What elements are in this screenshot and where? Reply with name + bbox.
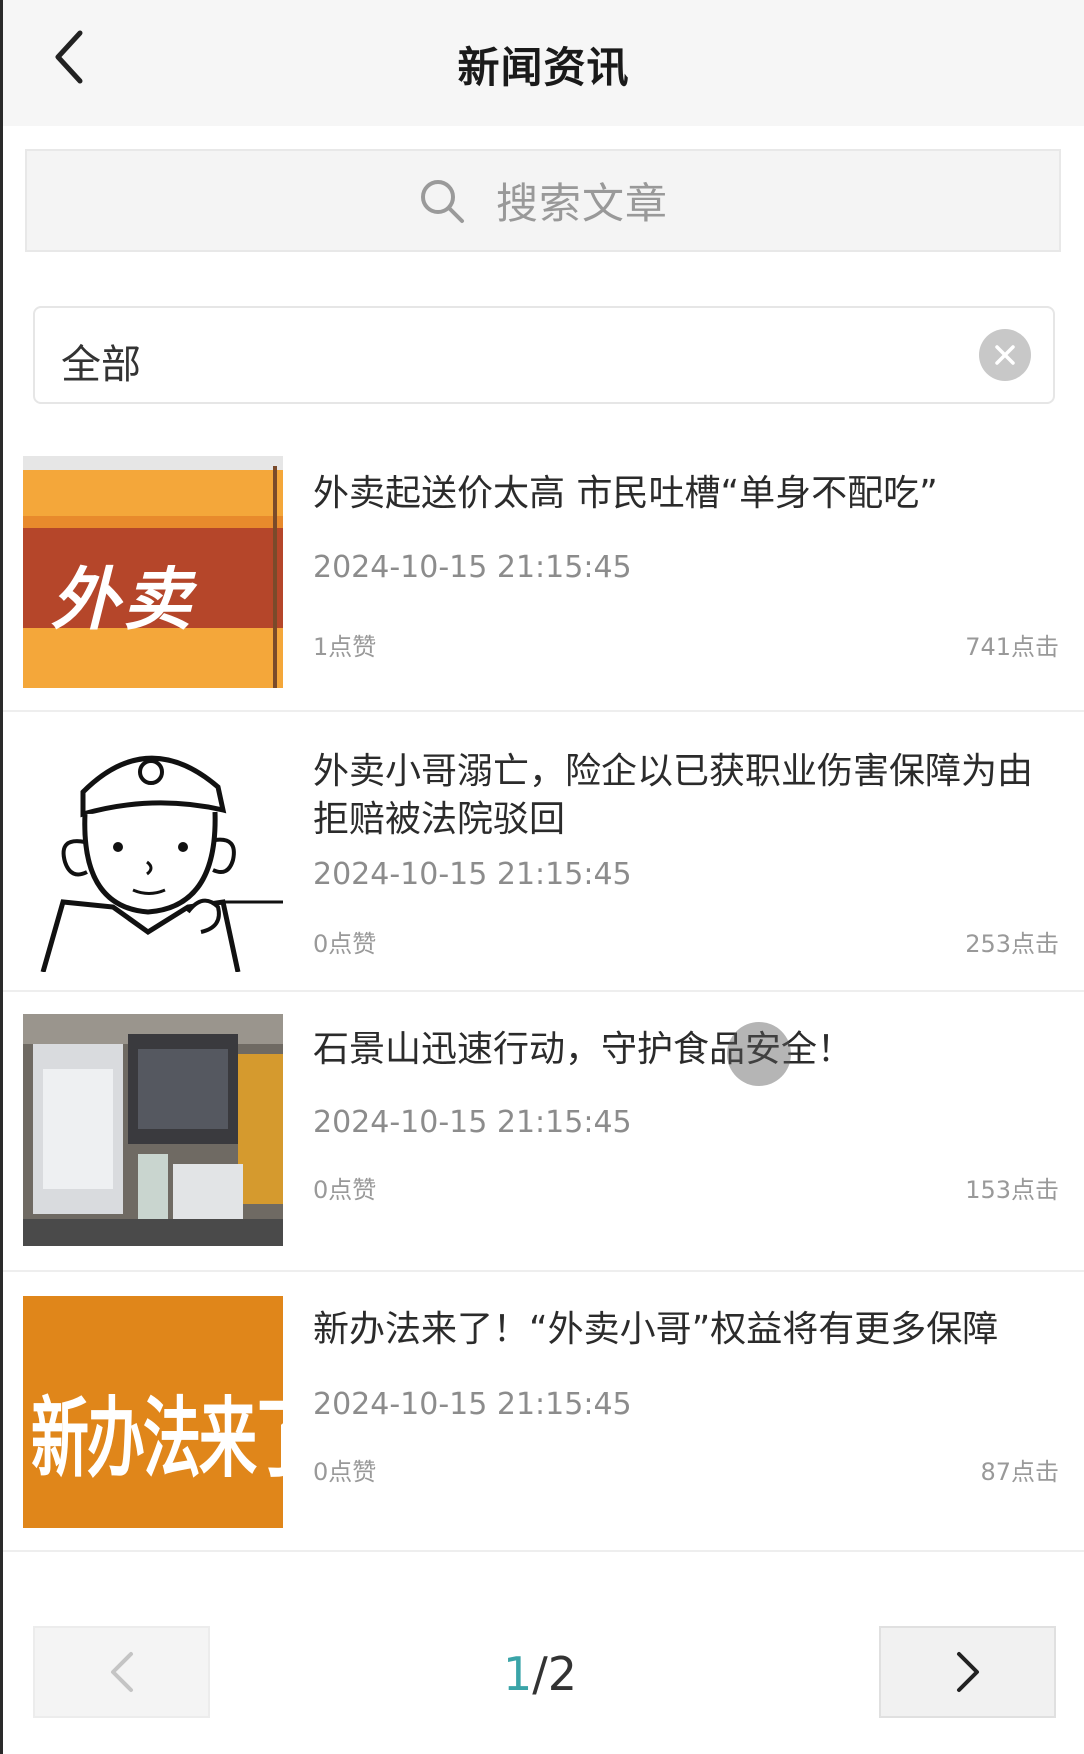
news-thumbnail — [23, 732, 283, 972]
touch-indicator — [727, 1022, 791, 1086]
news-clicks: 87点击 — [980, 1458, 1059, 1486]
next-page-button[interactable] — [879, 1626, 1056, 1718]
news-title: 外卖起送价太高 市民吐槽“单身不配吃” — [313, 473, 938, 514]
current-page: 1 — [502, 1647, 533, 1701]
news-item[interactable]: 石景山迅速行动，守护食品安全！ 2024-10-15 21:15:45 0点赞 … — [3, 992, 1084, 1272]
news-likes: 0点赞 — [313, 1458, 377, 1486]
news-title: 新办法来了！“外卖小哥”权益将有更多保障 — [313, 1309, 999, 1350]
news-thumbnail — [23, 1014, 283, 1246]
news-likes: 1点赞 — [313, 633, 377, 661]
search-input[interactable]: 搜索文章 — [25, 149, 1061, 252]
page-separator: / — [532, 1647, 548, 1701]
food-safety-photo — [23, 1014, 283, 1246]
news-title: 外卖小哥溺亡，险企以已获职业伤害保障为由拒赔被法院驳回 — [313, 751, 1034, 840]
news-date: 2024-10-15 21:15:45 — [313, 1387, 632, 1422]
close-icon — [995, 345, 1015, 365]
news-clicks: 741点击 — [965, 633, 1059, 661]
total-pages: 2 — [547, 1647, 578, 1701]
news-clicks: 153点击 — [965, 1176, 1059, 1204]
page-title: 新闻资讯 — [457, 43, 630, 92]
news-date: 2024-10-15 21:15:45 — [313, 857, 632, 892]
news-date: 2024-10-15 21:15:45 — [313, 1105, 632, 1140]
search-icon — [420, 179, 464, 223]
news-title: 石景山迅速行动，守护食品安全！ — [313, 1029, 854, 1070]
news-date: 2024-10-15 21:15:45 — [313, 550, 632, 585]
news-item[interactable]: 外卖小哥溺亡，险企以已获职业伤害保障为由拒赔被法院驳回 2024-10-15 2… — [3, 712, 1084, 992]
filter-value: 全部 — [61, 342, 141, 388]
thumbnail-caption: 新办法来了! — [31, 1387, 283, 1490]
news-thumbnail: 新办法来了! — [23, 1296, 283, 1528]
news-item[interactable]: 新办法来了! 新办法来了！“外卖小哥”权益将有更多保障 2024-10-15 2… — [3, 1272, 1084, 1552]
news-likes: 0点赞 — [313, 930, 377, 958]
news-thumbnail: 外卖 — [23, 456, 283, 688]
clear-filter-button[interactable] — [979, 329, 1031, 381]
chevron-right-icon — [956, 1652, 979, 1692]
prev-page-button[interactable] — [33, 1626, 210, 1718]
news-list: 外卖 外卖起送价太高 市民吐槽“单身不配吃” 2024-10-15 21:15:… — [3, 432, 1084, 1552]
cartoon-courier-image — [23, 732, 283, 972]
search-placeholder: 搜索文章 — [495, 179, 668, 228]
news-likes: 0点赞 — [313, 1176, 377, 1204]
thumbnail-caption: 外卖 — [51, 561, 196, 640]
chevron-left-icon — [110, 1652, 133, 1692]
category-filter[interactable]: 全部 — [33, 306, 1055, 404]
top-navbar: 新闻资讯 — [3, 0, 1084, 126]
news-clicks: 253点击 — [965, 930, 1059, 958]
news-item[interactable]: 外卖 外卖起送价太高 市民吐槽“单身不配吃” 2024-10-15 21:15:… — [3, 432, 1084, 712]
page-indicator: 1/2 — [440, 1647, 640, 1701]
